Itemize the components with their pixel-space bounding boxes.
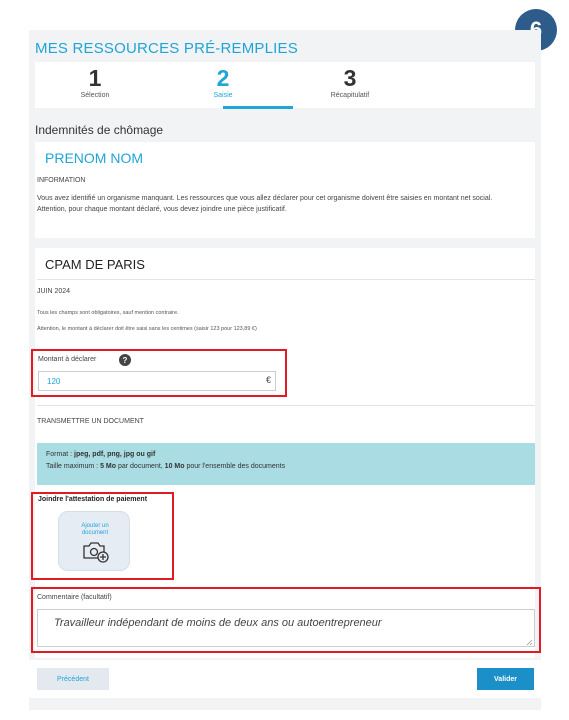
add-document-label-line2: document (81, 530, 109, 536)
page-title: MES RESSOURCES PRÉ-REMPLIES (35, 40, 298, 57)
amount-input[interactable] (38, 371, 276, 391)
step-selection[interactable]: 1 Sélection (55, 66, 135, 99)
validate-button[interactable]: Valider (477, 668, 534, 690)
format-line: Format : jpeg, pdf, png, jpg ou gif (46, 451, 156, 458)
step-label: Saisie (213, 92, 233, 99)
required-fields-note: Tous les champs sont obligatoires, sauf … (37, 310, 179, 316)
comment-label: Commentaire (facultatif) (37, 594, 112, 601)
divider (37, 405, 535, 406)
step-number: 2 (216, 65, 230, 91)
add-document-button[interactable]: Ajouter un document (58, 511, 130, 571)
step-number: 1 (88, 65, 102, 91)
step-label: Récapitulatif (330, 92, 370, 99)
person-name: PRENOM NOM (45, 150, 143, 166)
stepper: 1 Sélection 2 Saisie 3 Récapitulatif (35, 62, 535, 109)
amount-label: Montant à déclarer (38, 356, 97, 363)
info-heading: INFORMATION (37, 177, 86, 184)
info-line-net-social: Vous avez identifié un organisme manquan… (37, 195, 493, 202)
step-saisie[interactable]: 2 Saisie (183, 66, 263, 99)
camera-add-icon (83, 542, 109, 563)
amount-rule-note: Attention, le montant à déclarer doit êt… (37, 326, 257, 332)
add-document-label-line1: Ajouter un (81, 523, 109, 529)
step-label: Sélection (80, 92, 110, 99)
comment-textarea[interactable]: Travailleur indépendant de moins de deux… (37, 609, 535, 647)
currency-symbol: € (266, 375, 272, 385)
document-section-heading: TRANSMETTRE UN DOCUMENT (37, 418, 144, 425)
step-number: 3 (343, 65, 357, 91)
step-recapitulatif[interactable]: 3 Récapitulatif (310, 66, 390, 99)
previous-button[interactable]: Précédent (37, 668, 109, 690)
info-text: Vous avez identifié un organisme manquan… (37, 193, 535, 215)
section-title: Indemnités de chômage (35, 123, 164, 137)
divider (37, 279, 535, 280)
period-label: JUIN 2024 (37, 288, 71, 295)
info-line-justificatif: Attention, pour chaque montant déclaré, … (37, 206, 287, 213)
organisation-name: CPAM DE PARIS (45, 257, 145, 272)
active-step-indicator (223, 106, 293, 109)
resize-handle-icon[interactable] (526, 639, 533, 646)
size-line: Taille maximum : 5 Mo par document, 10 M… (46, 463, 286, 470)
help-icon[interactable]: ? (119, 354, 131, 366)
attachment-label: Joindre l'attestation de paiement (38, 496, 148, 503)
